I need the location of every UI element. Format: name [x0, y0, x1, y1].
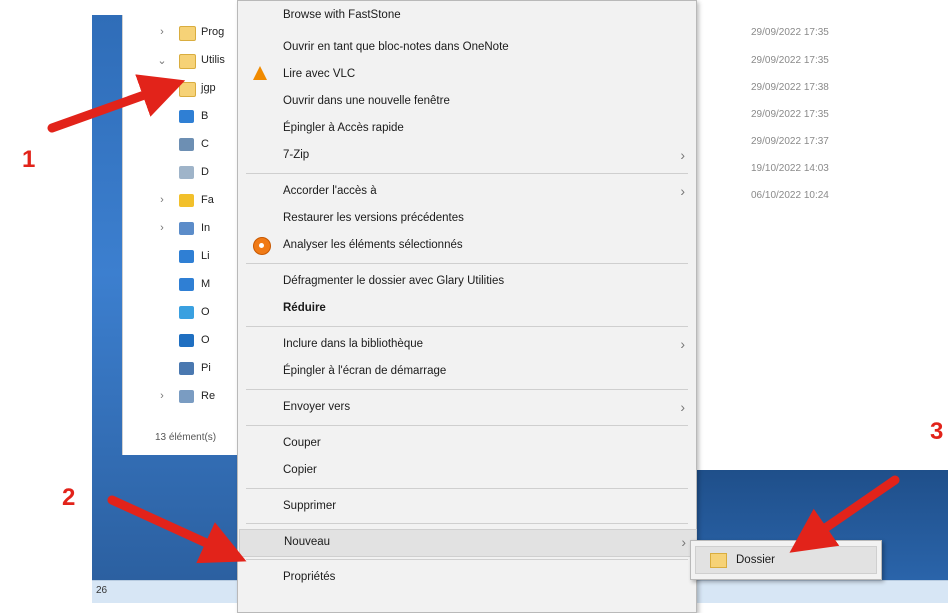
arrow-2 — [107, 495, 247, 564]
callout-1: 1 — [22, 146, 36, 173]
arrow-1 — [47, 74, 186, 133]
arrow-3 — [789, 475, 900, 553]
annotation-arrows — [47, 74, 900, 564]
callout-2: 2 — [62, 484, 76, 511]
callout-3: 3 — [930, 418, 944, 445]
